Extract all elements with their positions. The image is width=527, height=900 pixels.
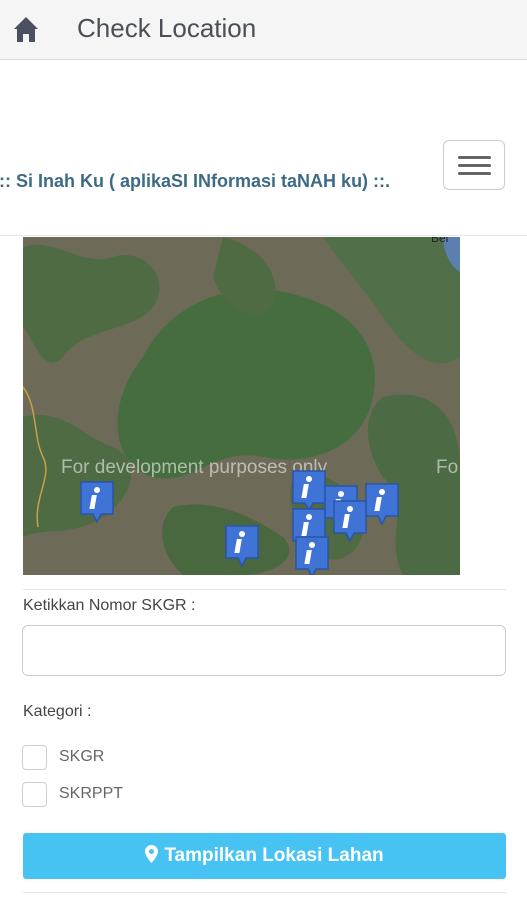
skgr-checkbox[interactable]	[22, 745, 47, 770]
skrppt-checkbox[interactable]	[22, 782, 47, 807]
home-icon[interactable]	[12, 14, 40, 44]
hamburger-menu-icon[interactable]	[443, 140, 505, 190]
map-marker-2[interactable]	[224, 524, 260, 568]
app-bar: Check Location	[0, 0, 527, 60]
show-location-button[interactable]: Tampilkan Lokasi Lahan	[23, 833, 506, 879]
kategori-label: Kategori :	[23, 703, 92, 720]
skrppt-checkbox-label[interactable]: SKRPPT	[59, 785, 123, 803]
divider-bottom	[23, 892, 506, 893]
map-watermark-repeat: Fo	[436, 457, 459, 478]
map-marker-1[interactable]	[79, 480, 115, 524]
divider	[23, 589, 506, 590]
map-marker-7[interactable]	[332, 499, 368, 543]
brand-text[interactable]: .:: Si Inah Ku ( aplikaSI INformasi taNA…	[0, 171, 390, 192]
map-marker-5[interactable]	[364, 482, 400, 526]
map-view[interactable]: For development purposes only Fo Bel	[23, 237, 460, 575]
skgr-checkbox-label[interactable]: SKGR	[59, 748, 104, 766]
show-location-label: Tampilkan Lokasi Lahan	[164, 845, 384, 866]
map-place-label: Bel	[431, 237, 449, 245]
navbar: .:: Si Inah Ku ( aplikaSI INformasi taNA…	[0, 62, 527, 236]
map-marker-8[interactable]	[294, 535, 330, 575]
map-watermark: For development purposes only	[61, 457, 328, 478]
page-title: Check Location	[77, 13, 257, 43]
skgr-label: Ketikkan Nomor SKGR :	[23, 597, 196, 614]
map-pin-icon	[145, 845, 159, 863]
skgr-input[interactable]	[22, 625, 506, 676]
